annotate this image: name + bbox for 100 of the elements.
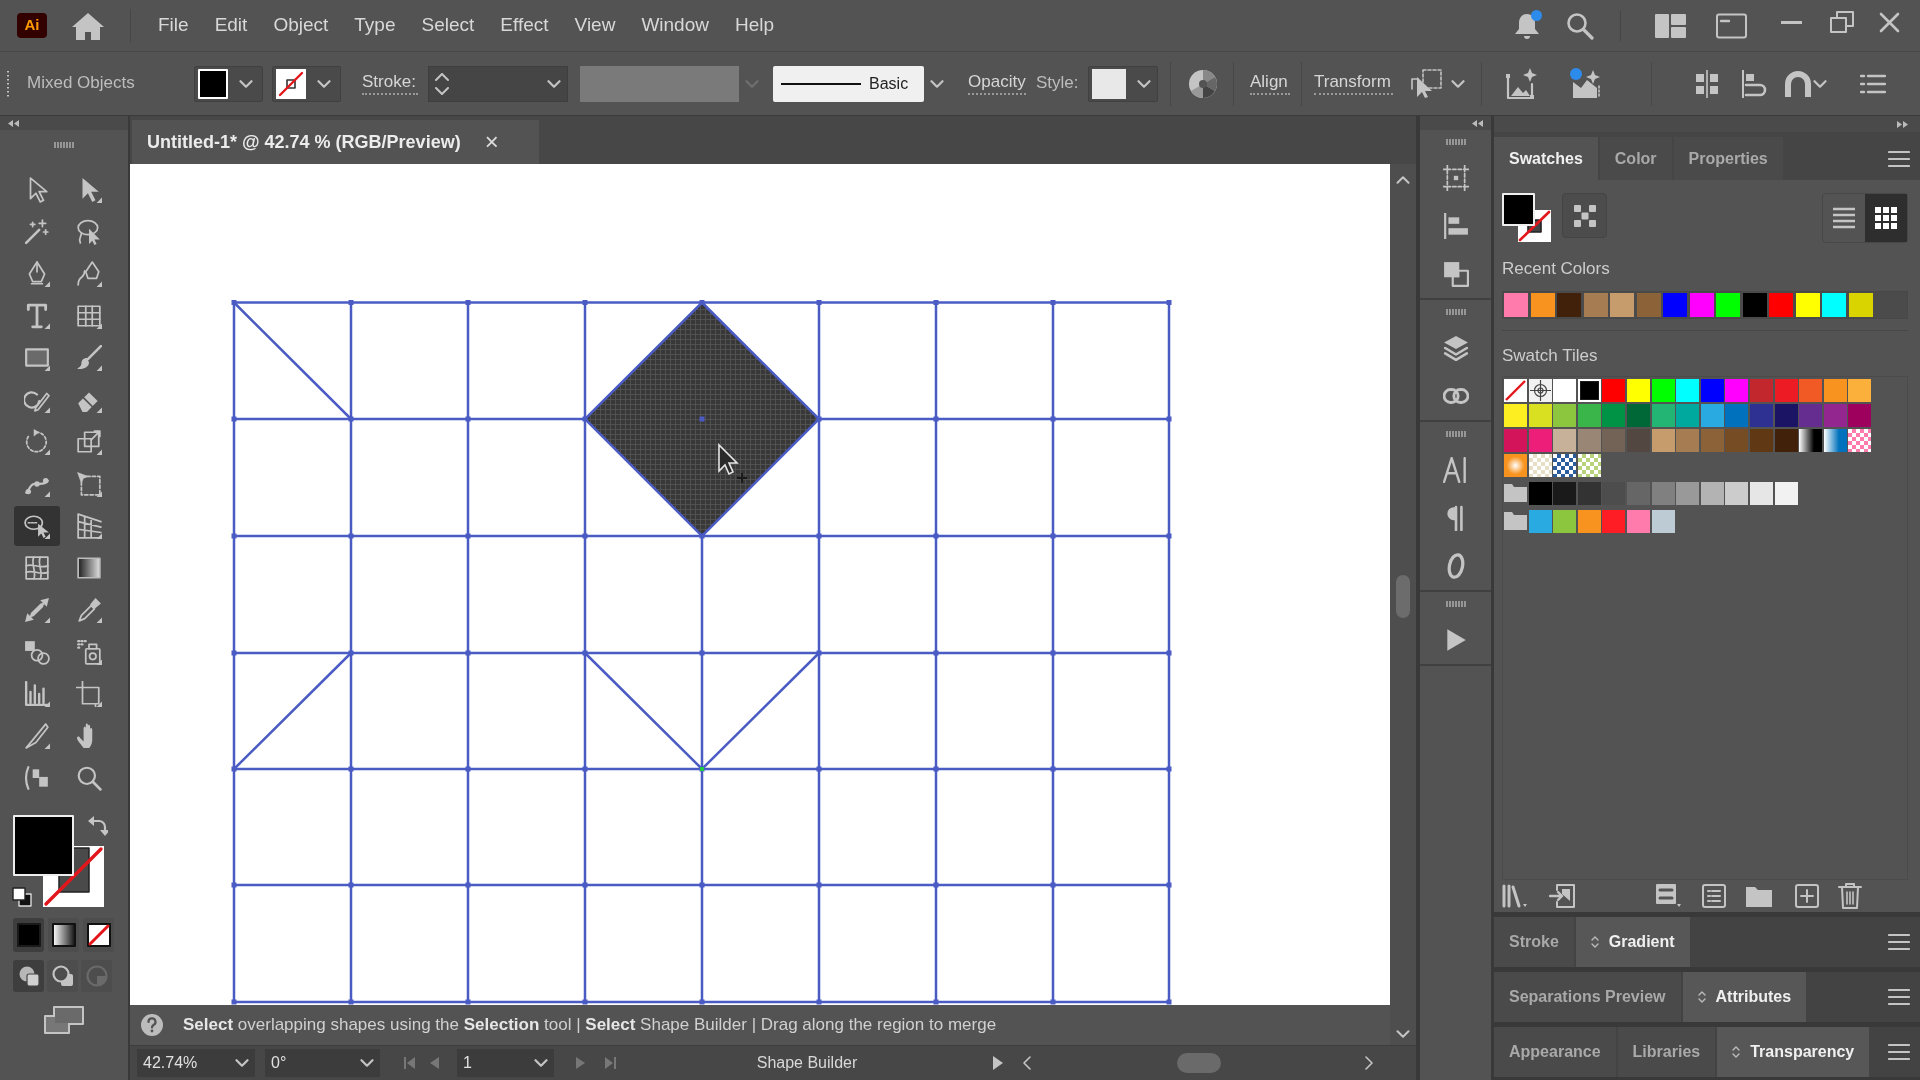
view-toggle-button[interactable] bbox=[1865, 194, 1907, 242]
swatch-icon[interactable] bbox=[1848, 404, 1872, 427]
artboards-icon[interactable] bbox=[1442, 165, 1469, 191]
swatch-icon[interactable] bbox=[1553, 404, 1577, 427]
swatch-icon[interactable] bbox=[1689, 293, 1714, 317]
artboard-field[interactable]: 1 bbox=[457, 1049, 554, 1077]
color-mode-button[interactable] bbox=[13, 918, 44, 952]
swatch-icon[interactable] bbox=[1774, 404, 1798, 427]
swatch-icon[interactable] bbox=[1716, 293, 1740, 317]
chevron-down-icon[interactable] bbox=[1451, 79, 1465, 88]
align-panel-link[interactable]: Align bbox=[1250, 71, 1290, 96]
menu-item[interactable]: Help bbox=[734, 14, 775, 37]
panel-tab[interactable]: Libraries bbox=[1617, 1027, 1716, 1077]
swatch-icon[interactable] bbox=[1700, 429, 1724, 452]
swatch-icon[interactable] bbox=[1626, 429, 1650, 452]
align-icon[interactable] bbox=[1442, 213, 1469, 239]
fill-color-dropdown[interactable] bbox=[194, 65, 263, 102]
swatch-icon[interactable] bbox=[1749, 429, 1773, 452]
swatch-icon[interactable] bbox=[1676, 482, 1700, 505]
play-icon[interactable] bbox=[993, 1056, 1003, 1070]
import-icon[interactable] bbox=[1549, 884, 1575, 908]
swatch-icon[interactable] bbox=[1626, 379, 1650, 402]
swatch-icon[interactable] bbox=[1626, 404, 1650, 427]
draw-mode-button[interactable] bbox=[13, 960, 44, 992]
swatch-icon[interactable] bbox=[1553, 379, 1577, 402]
swatch-icon[interactable] bbox=[1528, 404, 1552, 427]
swatch-icon[interactable] bbox=[1577, 429, 1601, 452]
swatch-icon[interactable] bbox=[1651, 379, 1675, 402]
gradient-swatch-icon[interactable] bbox=[1799, 429, 1823, 452]
character-icon[interactable] bbox=[1442, 457, 1469, 483]
trash-icon[interactable] bbox=[1838, 883, 1862, 909]
swatch-icon[interactable] bbox=[1799, 404, 1823, 427]
swatch-icon[interactable] bbox=[1795, 293, 1820, 317]
swatch-options-icon[interactable] bbox=[1702, 884, 1726, 908]
swatch-icon[interactable] bbox=[1626, 510, 1650, 533]
swatch-icon[interactable] bbox=[1602, 429, 1626, 452]
menu-item[interactable]: Object bbox=[273, 14, 329, 37]
swatch-icon[interactable] bbox=[1822, 293, 1846, 317]
menu-item[interactable]: Effect bbox=[500, 14, 549, 37]
swatch-icon[interactable] bbox=[1636, 293, 1661, 317]
swatch-icon[interactable] bbox=[1651, 482, 1675, 505]
libraries-icon[interactable] bbox=[1502, 884, 1528, 908]
restore-icon[interactable] bbox=[1830, 11, 1854, 33]
minimize-icon[interactable] bbox=[1781, 20, 1802, 24]
swatch-icon[interactable] bbox=[1725, 429, 1749, 452]
menu-item[interactable]: Window bbox=[641, 14, 709, 37]
menu-icon[interactable] bbox=[1888, 1043, 1910, 1061]
swatch-icon[interactable] bbox=[1749, 404, 1773, 427]
swatch-icon[interactable] bbox=[1577, 482, 1601, 505]
swatch-icon[interactable] bbox=[1848, 379, 1872, 402]
pattern-swatch-icon[interactable] bbox=[1528, 454, 1552, 477]
draw-mode-button[interactable] bbox=[47, 960, 78, 992]
none-swatch-icon[interactable] bbox=[1504, 379, 1527, 402]
chevron-left-icon[interactable] bbox=[1023, 1056, 1031, 1070]
swatch-icon[interactable] bbox=[1700, 379, 1724, 402]
new-swatch-icon[interactable] bbox=[1795, 884, 1819, 908]
bell-icon[interactable] bbox=[1515, 11, 1539, 40]
fill-swatch-icon[interactable] bbox=[13, 815, 74, 876]
home-icon[interactable] bbox=[72, 11, 104, 40]
swatch-icon[interactable] bbox=[1742, 293, 1767, 317]
swatch-icon[interactable] bbox=[1848, 293, 1873, 317]
stroke-weight-field[interactable] bbox=[428, 65, 568, 102]
folder-icon[interactable] bbox=[1746, 885, 1772, 907]
swatch-icon[interactable] bbox=[1553, 429, 1577, 452]
folder-icon[interactable] bbox=[1504, 510, 1527, 530]
graphic-style-dropdown[interactable] bbox=[1088, 65, 1158, 102]
opacity-panel-link[interactable]: Opacity bbox=[968, 71, 1026, 96]
expand-panels-icon[interactable] bbox=[1897, 120, 1908, 128]
swatch-icon[interactable] bbox=[1602, 379, 1626, 402]
swatch-icon[interactable] bbox=[1553, 482, 1577, 505]
swatch-icon[interactable] bbox=[1823, 379, 1847, 402]
swatch-icon[interactable] bbox=[1700, 482, 1724, 505]
swatch-icon[interactable] bbox=[1583, 293, 1608, 317]
swatch-icon[interactable] bbox=[1577, 404, 1601, 427]
menu-item[interactable]: View bbox=[574, 14, 616, 37]
panel-tab[interactable]: Appearance bbox=[1494, 1027, 1616, 1077]
menu-item[interactable]: Type bbox=[354, 14, 396, 37]
swatch-kinds-icon[interactable] bbox=[1656, 884, 1682, 908]
collapse-icon[interactable] bbox=[8, 119, 19, 127]
swatch-icon[interactable] bbox=[1725, 482, 1749, 505]
stroke-panel-link[interactable]: Stroke: bbox=[362, 71, 418, 96]
color-wheel-icon[interactable] bbox=[1188, 68, 1218, 99]
swatch-icon[interactable] bbox=[1553, 510, 1577, 533]
pattern-swatch-icon[interactable] bbox=[1848, 429, 1872, 452]
screen-mode-icon[interactable] bbox=[44, 1006, 84, 1034]
panel-tab[interactable]: Attributes bbox=[1682, 972, 1807, 1022]
layers-icon[interactable] bbox=[1442, 335, 1469, 361]
pattern-swatch-icon[interactable] bbox=[1553, 454, 1577, 477]
gradient-swatch-icon[interactable] bbox=[1504, 454, 1527, 477]
fill-stroke-icon[interactable] bbox=[1502, 193, 1552, 243]
menu-item[interactable]: Select bbox=[421, 14, 475, 37]
swatch-icon[interactable] bbox=[1528, 510, 1552, 533]
image-sparkle-icon[interactable] bbox=[1506, 67, 1538, 100]
swatch-icon[interactable] bbox=[1602, 404, 1626, 427]
window-layout-icon[interactable] bbox=[1716, 12, 1747, 39]
swatch-icon[interactable] bbox=[1774, 429, 1798, 452]
panel-tab[interactable]: Gradient bbox=[1575, 917, 1690, 967]
color-mode-button[interactable] bbox=[83, 918, 114, 952]
stroke-color-dropdown[interactable] bbox=[272, 65, 341, 102]
panel-tab[interactable]: Swatches bbox=[1494, 137, 1598, 180]
